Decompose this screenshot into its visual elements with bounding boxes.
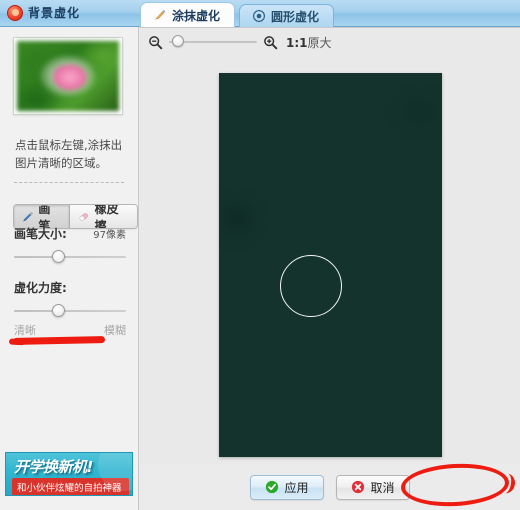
brush-size-slider-rail — [14, 256, 126, 258]
zoom-level-value: 1:1 — [286, 35, 308, 50]
blur-max-label: 模糊 — [104, 324, 126, 337]
app-logo-icon — [7, 4, 23, 21]
blur-strength-slider-knob[interactable] — [51, 304, 65, 317]
tab-circle-blur-label: 圆形虚化 — [271, 9, 320, 24]
preview-image — [17, 41, 119, 111]
brush-size-header: 画笔大小: 97像素 — [14, 225, 126, 242]
check-circle-icon — [266, 480, 279, 494]
zoom-level-label: 1:1原大 — [286, 34, 332, 51]
background-blur-window: 背景虚化 涂抹虚化 圆形虚化 点击鼠标左键,涂抹出图片清晰的区域。 画笔 橡皮擦… — [0, 0, 520, 510]
blur-min-label: 清晰 — [14, 324, 36, 337]
sidebar: 点击鼠标左键,涂抹出图片清晰的区域。 画笔 橡皮擦 画笔大小: 97像素 虚化力… — [0, 27, 139, 510]
photo-canvas[interactable] — [219, 73, 442, 457]
sidebar-divider — [14, 182, 124, 183]
blur-strength-slider-rail — [14, 310, 126, 312]
cancel-button-label: 取消 — [370, 480, 395, 495]
window-title: 背景虚化 — [28, 6, 81, 20]
brush-size-slider[interactable] — [14, 250, 126, 264]
pen-icon — [23, 211, 33, 222]
x-circle-icon — [352, 480, 365, 494]
title-bar-left: 背景虚化 — [7, 4, 80, 21]
ad-banner[interactable]: 开学换新机! 和小伙伴炫耀的自拍神器 — [5, 452, 133, 496]
brush-size-section: 画笔大小: 97像素 — [14, 225, 126, 264]
ad-headline: 开学换新机! — [14, 458, 93, 476]
zoom-toolbar: 1:1原大 — [140, 28, 520, 56]
main-panel: 1:1原大 应用 取消 — [140, 27, 520, 510]
circle-target-icon — [253, 10, 266, 22]
brush-size-label: 画笔大小: — [14, 227, 67, 241]
brush-size-value: 97像素 — [93, 230, 126, 241]
zoom-level-suffix: 原大 — [307, 35, 332, 50]
photo-image-overlay — [219, 73, 442, 457]
action-bar: 应用 取消 — [140, 464, 520, 510]
canvas-area[interactable] — [140, 56, 520, 484]
magnifier-plus-icon[interactable] — [263, 35, 278, 50]
red-annotation-underline — [12, 336, 106, 345]
tab-smear-blur[interactable]: 涂抹虚化 — [140, 2, 236, 27]
tab-smear-blur-label: 涂抹虚化 — [172, 8, 221, 23]
eraser-icon — [79, 212, 89, 221]
zoom-slider-knob[interactable] — [172, 35, 184, 47]
zoom-slider[interactable] — [169, 35, 257, 49]
blur-strength-slider[interactable] — [14, 304, 126, 318]
ad-subline: 和小伙伴炫耀的自拍神器 — [12, 478, 129, 495]
instruction-text: 点击鼠标左键,涂抹出图片清晰的区域。 — [15, 138, 123, 170]
blur-strength-section: 虚化力度: 清晰 模糊 — [14, 279, 126, 338]
title-bar: 背景虚化 涂抹虚化 圆形虚化 — [0, 0, 520, 27]
brush-icon — [155, 10, 166, 20]
magnifier-minus-icon[interactable] — [148, 35, 163, 50]
preview-thumbnail — [13, 37, 123, 115]
blur-strength-label: 虚化力度: — [14, 281, 67, 295]
cancel-button[interactable]: 取消 — [336, 474, 410, 500]
apply-button[interactable]: 应用 — [250, 474, 324, 500]
apply-button-label: 应用 — [284, 480, 309, 495]
brush-size-slider-knob[interactable] — [51, 250, 65, 263]
tab-bar: 涂抹虚化 圆形虚化 — [140, 2, 335, 27]
tab-circle-blur[interactable]: 圆形虚化 — [239, 4, 335, 27]
blur-strength-header: 虚化力度: — [14, 279, 126, 296]
blur-strength-range-labels: 清晰 模糊 — [14, 322, 126, 338]
